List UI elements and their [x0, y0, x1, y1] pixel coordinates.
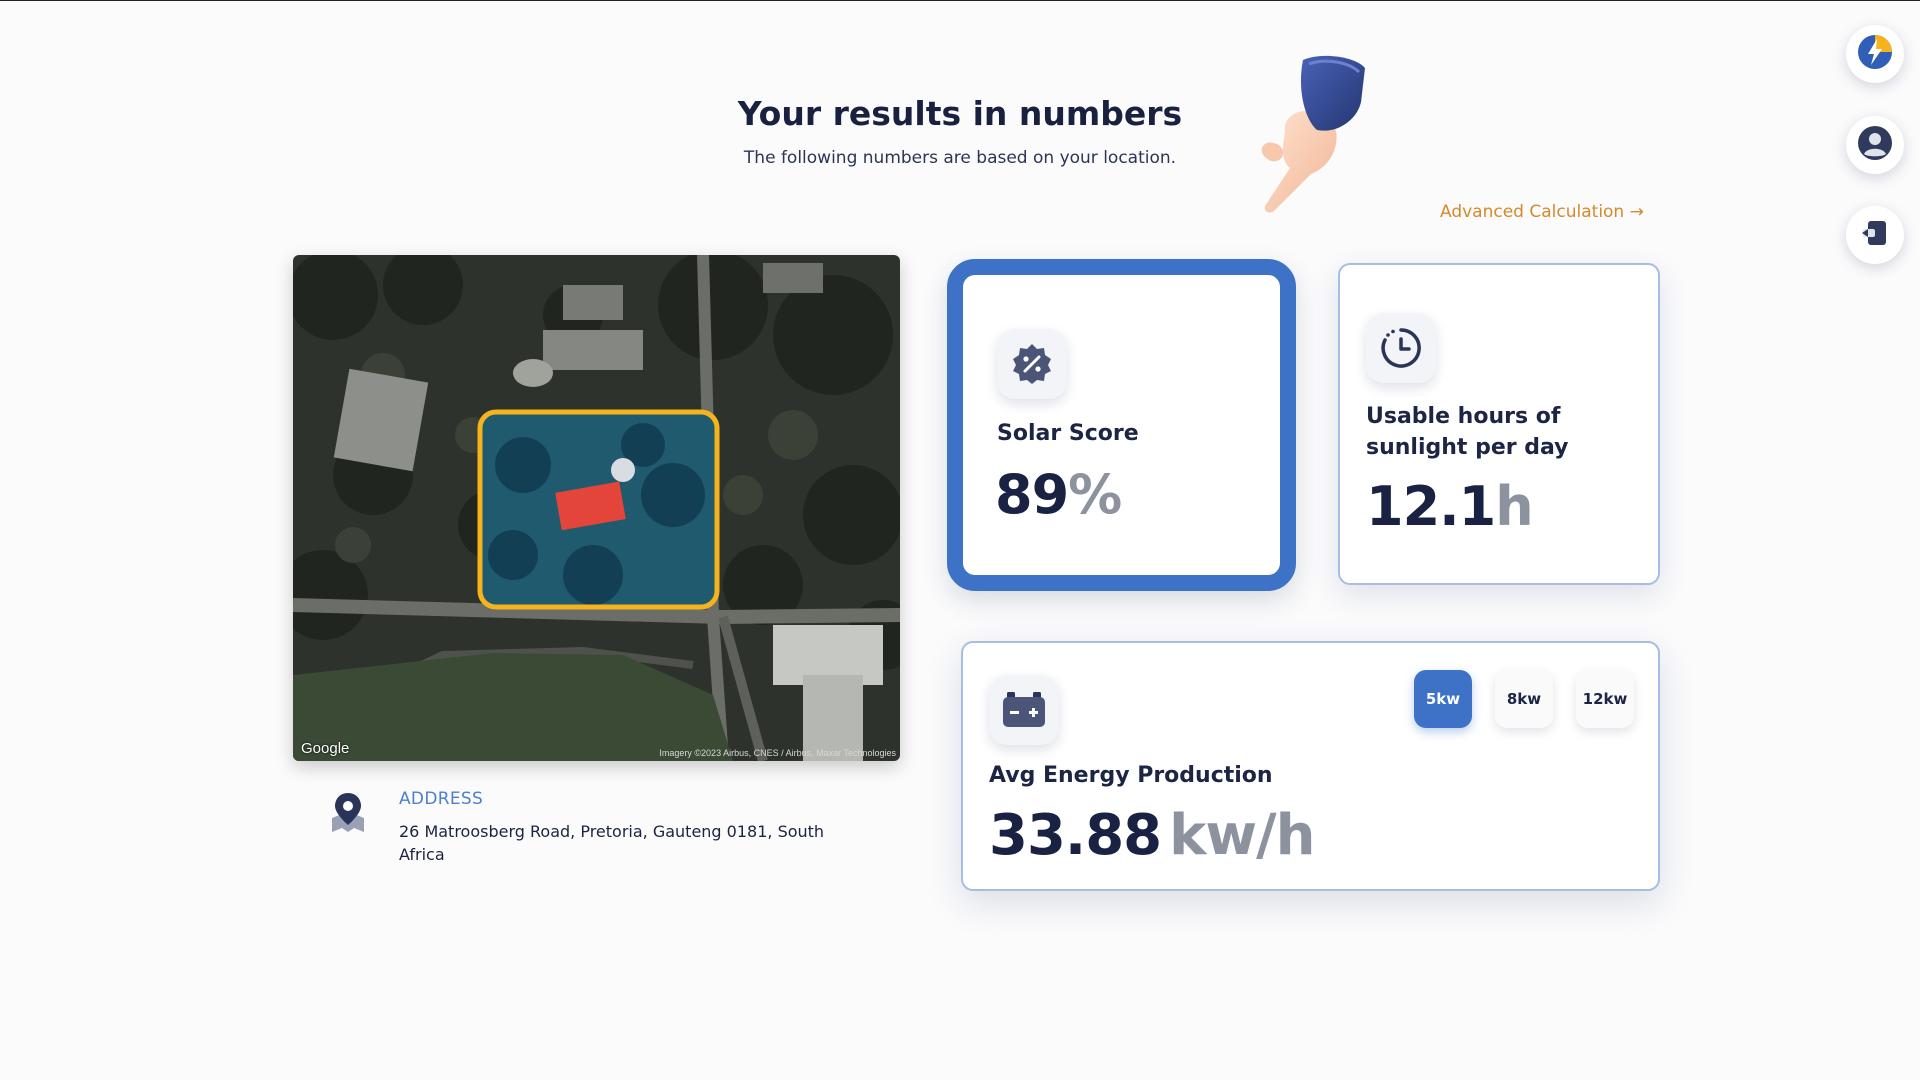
address-value: 26 Matroosberg Road, Pretoria, Gauteng 0…: [399, 822, 825, 864]
solar-logo-button[interactable]: [1846, 25, 1904, 83]
battery-icon: [989, 675, 1059, 745]
user-icon: [1857, 125, 1893, 165]
lightning-bolt-icon: [1855, 32, 1895, 76]
option-12kw-button[interactable]: 12kw: [1576, 670, 1634, 728]
solar-score-number: 89: [995, 463, 1069, 526]
top-border: [0, 0, 1920, 1]
solar-score-unit: %: [1068, 463, 1122, 526]
map-pin-icon: [328, 790, 368, 835]
clock-icon: [1366, 313, 1436, 383]
map-google-label: Google: [301, 740, 350, 757]
sunlight-hours-card: Usable hours of sunlight per day 12.1h: [1338, 263, 1660, 585]
address-label: ADDRESS: [399, 789, 484, 809]
satellite-map[interactable]: Google Imagery ©2023 Airbus, CNES / Airb…: [293, 255, 900, 761]
sunlight-hours-number: 12.1: [1366, 475, 1496, 538]
percent-badge-icon: [997, 329, 1067, 399]
pointing-hand-illustration: [1245, 50, 1380, 220]
energy-production-value: 33.88 kw/h: [989, 803, 1315, 868]
sunlight-hours-value: 12.1h: [1366, 475, 1534, 538]
option-5kw-button[interactable]: 5kw: [1414, 670, 1472, 728]
map-imagery-credit: Imagery ©2023 Airbus, CNES / Airbus, Max…: [659, 748, 896, 758]
sunlight-hours-unit: h: [1495, 475, 1533, 538]
advanced-calculation-link[interactable]: Advanced Calculation →: [1440, 202, 1644, 222]
option-8kw-button[interactable]: 8kw: [1495, 670, 1553, 728]
solar-score-value: 89%: [995, 463, 1122, 526]
logout-icon: [1860, 218, 1890, 252]
energy-production-unit: kw/h: [1169, 803, 1315, 868]
solar-score-label: Solar Score: [997, 421, 1139, 446]
page-subtitle: The following numbers are based on your …: [743, 148, 1177, 168]
logout-button[interactable]: [1846, 206, 1904, 264]
solar-score-card: Solar Score 89%: [947, 259, 1296, 591]
sunlight-hours-label: Usable hours of sunlight per day: [1366, 404, 1569, 460]
page-title: Your results in numbers: [737, 94, 1183, 133]
profile-button[interactable]: [1846, 116, 1904, 174]
energy-production-label: Avg Energy Production: [989, 763, 1273, 788]
energy-production-number: 33.88: [989, 803, 1162, 868]
energy-production-card: 5kw 8kw 12kw Avg Energy Production 33.88…: [961, 641, 1660, 891]
